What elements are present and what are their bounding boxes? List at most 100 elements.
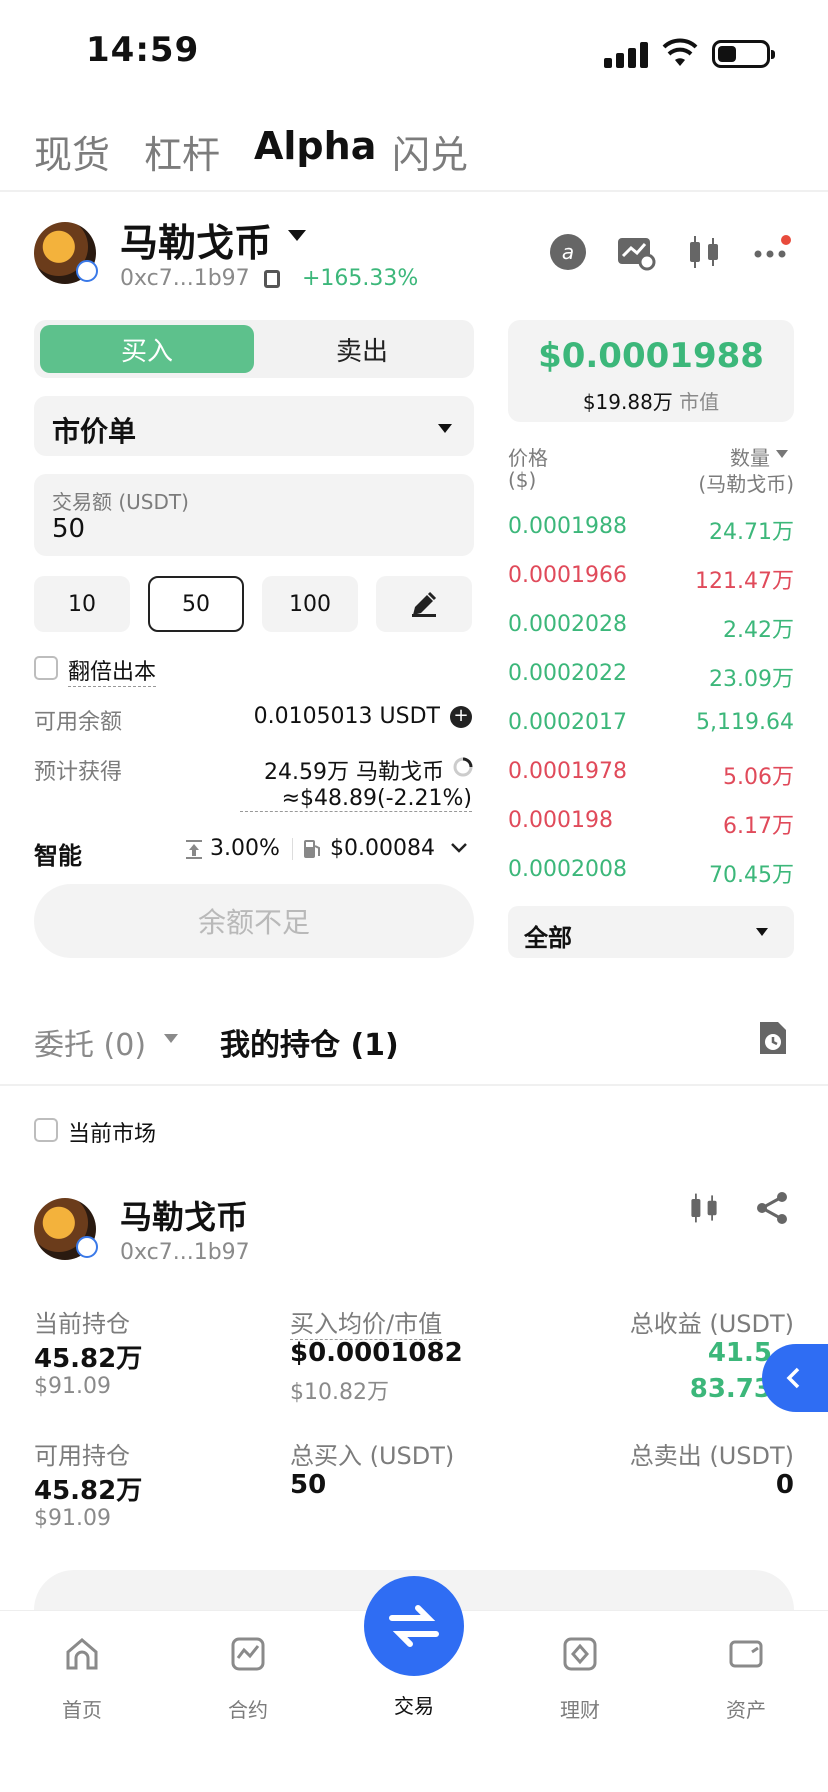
share-icon[interactable] xyxy=(754,1190,790,1226)
trade-row: 0.000198 6.17万 xyxy=(508,808,794,839)
nav-label: 首页 xyxy=(62,1698,102,1722)
trade-price: 0.0001966 xyxy=(508,563,627,588)
market-cap-label: 市值 xyxy=(679,390,720,414)
trade-qty: 2.42万 xyxy=(723,618,794,643)
nav-trade-label[interactable]: 交易 xyxy=(354,1690,474,1719)
total-buy-value: 50 xyxy=(290,1470,327,1500)
candlestick-icon[interactable] xyxy=(686,1190,722,1226)
trade-qty: 23.09万 xyxy=(709,667,794,692)
nav-home[interactable]: 首页 xyxy=(22,1636,142,1723)
trade-qty: 121.47万 xyxy=(695,569,794,594)
slippage-icon xyxy=(186,840,202,859)
trade-row: 0.0002017 5,119.64 xyxy=(508,710,794,740)
orders-dropdown-icon[interactable] xyxy=(164,1034,178,1043)
trade-filter-label: 全部 xyxy=(524,924,572,952)
insufficient-balance-button[interactable]: 余额不足 xyxy=(34,884,474,958)
loading-spinner-icon xyxy=(453,757,473,777)
estimate-label: 预计获得 xyxy=(34,760,123,785)
chevron-down-icon xyxy=(438,424,452,433)
qty-header[interactable]: 数量 xyxy=(700,442,770,471)
position-token-name[interactable]: 马勒戈币 xyxy=(120,1192,248,1238)
earn-icon xyxy=(563,1637,597,1671)
nav-futures[interactable]: 合约 xyxy=(188,1636,308,1723)
preset-10-button[interactable]: 10 xyxy=(34,576,130,632)
current-market-label: 当前市场 xyxy=(68,1122,157,1147)
trade-price: 0.0002017 xyxy=(508,710,627,735)
pnl-label: 总收益 (USDT) xyxy=(629,1310,794,1338)
price-unit: ($) xyxy=(508,468,537,492)
sell-tab[interactable]: 卖出 xyxy=(256,325,468,373)
tab-margin[interactable]: 杠杆 xyxy=(144,124,220,179)
trade-price: 0.0001978 xyxy=(508,759,627,784)
tab-positions[interactable]: 我的持仓 (1) xyxy=(220,1020,399,1064)
token-name[interactable]: 马勒戈币 xyxy=(120,212,272,267)
tab-convert[interactable]: 闪兑 xyxy=(392,124,468,179)
trade-qty: 5.06万 xyxy=(723,765,794,790)
holding-value: 45.82万 xyxy=(34,1344,143,1374)
status-time: 14:59 xyxy=(86,30,200,70)
divider xyxy=(292,838,293,860)
trade-row: 0.0001966 121.47万 xyxy=(508,563,794,594)
chart-alert-icon[interactable] xyxy=(616,232,656,272)
trade-qty: 5,119.64 xyxy=(696,710,794,735)
copy-icon[interactable] xyxy=(264,270,280,288)
smart-label: 智能 xyxy=(34,842,82,870)
cellular-signal-icon xyxy=(604,42,648,68)
market-cap: $19.88万 市值 xyxy=(508,386,794,415)
trade-qty: 6.17万 xyxy=(723,814,794,839)
total-sell-value: 0 xyxy=(775,1470,794,1500)
gas-value[interactable]: $0.00084 xyxy=(330,836,435,861)
available-value: 0.0105013 USDT xyxy=(253,704,440,729)
tab-orders[interactable]: 委托 (0) xyxy=(34,1020,146,1064)
deposit-plus-icon[interactable]: + xyxy=(450,706,472,728)
nav-label: 资产 xyxy=(726,1698,766,1722)
estimate-usd: ≈$48.89(-2.21%) xyxy=(240,786,472,812)
qty-sort-icon[interactable] xyxy=(776,450,788,458)
edit-icon xyxy=(412,591,437,617)
battery-icon xyxy=(712,40,775,68)
candlestick-icon[interactable] xyxy=(684,232,724,272)
preset-100-button[interactable]: 100 xyxy=(262,576,358,632)
current-price: $0.0001988 xyxy=(538,336,764,376)
chevron-down-icon[interactable] xyxy=(450,842,468,854)
trade-qty: 24.71万 xyxy=(709,520,794,545)
current-market-checkbox[interactable] xyxy=(34,1118,58,1142)
double-principal-checkbox[interactable] xyxy=(34,656,58,680)
price-header: 价格 xyxy=(508,446,548,470)
avg-price-label: 买入均价/市值 xyxy=(290,1304,443,1340)
pnl-value: 41.5 xyxy=(707,1338,772,1368)
nav-assets[interactable]: 资产 xyxy=(686,1636,806,1723)
tab-spot[interactable]: 现货 xyxy=(34,124,110,179)
token-dropdown-icon[interactable] xyxy=(288,230,306,241)
wallet-icon xyxy=(729,1640,763,1668)
preset-50-button[interactable]: 50 xyxy=(148,576,244,632)
home-icon xyxy=(66,1638,98,1670)
double-principal-label: 翻倍出本 xyxy=(68,654,157,687)
avg-price-value: $0.0001082 xyxy=(290,1338,463,1368)
futures-icon xyxy=(231,1637,265,1671)
chain-badge-icon xyxy=(76,260,98,282)
total-buy-label: 总买入 (USDT) xyxy=(290,1442,455,1470)
market-cap-value: $19.88万 xyxy=(582,390,673,414)
history-icon[interactable] xyxy=(756,1020,788,1056)
buy-tab[interactable]: 买入 xyxy=(40,325,254,373)
slippage-value[interactable]: 3.00% xyxy=(210,836,280,861)
nav-earn[interactable]: 理财 xyxy=(520,1636,640,1723)
available-holding-value: 45.82万 xyxy=(34,1476,143,1506)
edit-presets-button[interactable] xyxy=(376,576,472,632)
more-icon[interactable] xyxy=(752,232,792,272)
tab-alpha[interactable]: Alpha xyxy=(254,124,376,168)
trade-nav-button[interactable] xyxy=(364,1576,464,1676)
amount-value[interactable]: 50 xyxy=(52,514,85,544)
position-token-address: 0xc7...1b97 xyxy=(120,1240,250,1265)
holding-label: 当前持仓 xyxy=(34,1310,130,1338)
chain-badge-icon xyxy=(76,1236,98,1258)
amount-label: 交易额 (USDT) xyxy=(52,490,189,514)
total-sell-label: 总卖出 (USDT) xyxy=(629,1442,794,1470)
trade-price: 0.000198 xyxy=(508,808,613,833)
estimate-value: 24.59万 马勒戈币 xyxy=(264,760,444,785)
alpha-icon[interactable]: a xyxy=(548,232,588,272)
price-change: +165.33% xyxy=(302,266,419,291)
side-panel-toggle[interactable] xyxy=(762,1344,828,1412)
svg-text:a: a xyxy=(562,240,574,264)
